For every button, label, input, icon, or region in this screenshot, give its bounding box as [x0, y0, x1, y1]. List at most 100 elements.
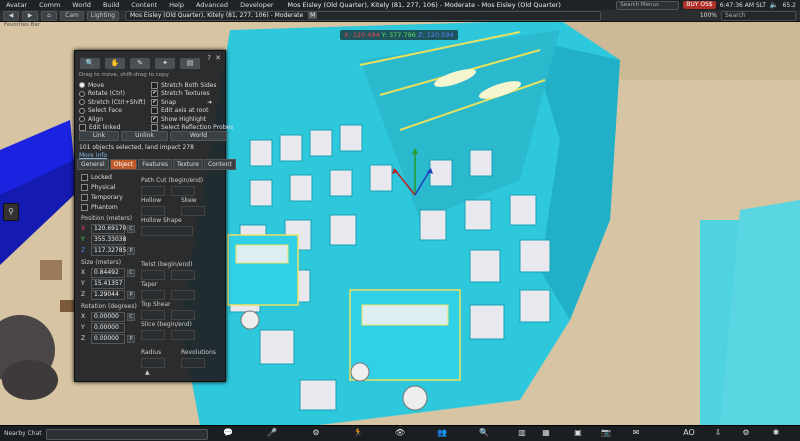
gestures-icon[interactable]: ⚙ — [310, 428, 322, 438]
pos-y-field[interactable]: 355.33038 — [91, 235, 126, 245]
top-shear-y-field[interactable] — [171, 310, 195, 320]
stretch-textures-checkbox[interactable]: Stretch Textures — [151, 90, 233, 99]
menu-advanced[interactable]: Advanced — [190, 0, 234, 10]
rot-z-field[interactable]: 0.00000 — [91, 334, 125, 344]
size-x-field[interactable]: 0.84492 — [91, 268, 125, 278]
temporary-checkbox[interactable]: Temporary — [81, 193, 123, 202]
forward-icon[interactable]: ▶ — [22, 10, 38, 21]
skew-field[interactable] — [181, 206, 205, 216]
ao-button[interactable]: AO — [680, 428, 698, 438]
taper-y-field[interactable] — [171, 290, 195, 300]
paste-size-icon[interactable]: P — [127, 291, 135, 299]
radius-field[interactable] — [141, 358, 165, 368]
snap-checkbox[interactable]: Snap➜ — [151, 98, 233, 107]
appearance-icon[interactable]: ✱ — [770, 428, 782, 438]
back-icon[interactable]: ◀ — [3, 10, 19, 21]
menu-avatar[interactable]: Avatar — [0, 0, 33, 10]
people-icon[interactable]: 👥 — [436, 428, 448, 438]
move-icon[interactable]: 🏃 — [352, 428, 364, 438]
stretch-both-sides-checkbox[interactable]: Stretch Both Sides — [151, 81, 233, 90]
copy-position-icon[interactable]: C — [127, 225, 135, 233]
pos-x-field[interactable]: 120.69170 — [91, 224, 126, 234]
path-cut-end-field[interactable] — [171, 186, 195, 196]
more-info-link[interactable]: More info — [79, 152, 107, 159]
collapse-chevron-icon[interactable]: ▲ — [145, 369, 150, 376]
physical-checkbox[interactable]: Physical — [81, 183, 115, 192]
inventory-icon[interactable]: ⇩ — [712, 428, 724, 438]
taper-x-field[interactable] — [141, 290, 165, 300]
land-tool-icon[interactable]: ▤ — [179, 57, 201, 70]
location-pin-icon[interactable]: ⚲ — [3, 203, 19, 221]
size-y-axis: Y — [81, 280, 85, 287]
help-icon[interactable]: ? — [207, 54, 211, 62]
twist-begin-field[interactable] — [141, 270, 165, 280]
pos-z-field[interactable]: 117.32785 — [91, 246, 126, 256]
menu-content[interactable]: Content — [125, 0, 163, 10]
skew-label: Skew — [181, 197, 197, 204]
menu-developer[interactable]: Developer — [234, 0, 279, 10]
close-icon[interactable]: ✕ — [215, 54, 221, 62]
home-icon[interactable]: ⌂ — [41, 10, 57, 21]
focus-tool-icon[interactable]: 🔍 — [79, 57, 101, 70]
location-input[interactable]: Mos Eisley (Old Quarter), Kitely (81, 27… — [125, 10, 601, 21]
checkbox-icon — [81, 203, 88, 211]
nearby-chat-label[interactable]: Nearby Chat — [4, 430, 42, 437]
buy-currency-button[interactable]: BUY OS$ — [683, 1, 716, 9]
paste-rotation-icon[interactable]: P — [127, 335, 135, 343]
cam-button[interactable]: Cam — [60, 10, 84, 21]
locked-checkbox[interactable]: Locked — [81, 173, 112, 182]
mode-move[interactable]: Move — [79, 81, 146, 90]
hollow-shape-dropdown[interactable] — [141, 226, 193, 236]
rot-y-field[interactable]: 0.00000 — [91, 323, 125, 333]
search-input[interactable]: Search — [721, 10, 796, 21]
mode-rotate[interactable]: Rotate (Ctrl) — [79, 90, 146, 99]
top-shear-x-field[interactable] — [141, 310, 165, 320]
twist-end-field[interactable] — [171, 270, 195, 280]
phantom-checkbox[interactable]: Phantom — [81, 203, 118, 212]
hollow-field[interactable] — [141, 206, 165, 216]
slice-begin-field[interactable] — [141, 330, 165, 340]
edit-tool-icon[interactable]: ✎ — [129, 57, 151, 70]
slice-end-field[interactable] — [171, 330, 195, 340]
destinations-icon[interactable]: ✉ — [630, 428, 642, 438]
snapshot-icon[interactable]: 📷 — [600, 428, 612, 438]
size-z-field[interactable]: 1.29044 — [91, 290, 125, 300]
voice-icon[interactable]: 🎤 — [266, 428, 278, 438]
revolutions-field[interactable] — [181, 358, 205, 368]
mode-select-face[interactable]: Select Face — [79, 107, 146, 116]
create-tool-icon[interactable]: ✦ — [154, 57, 176, 70]
chat-icon[interactable]: 💬 — [222, 428, 234, 438]
copy-rotation-icon[interactable]: C — [127, 313, 135, 321]
menu-world[interactable]: World — [66, 0, 97, 10]
paste-position-icon[interactable]: P — [127, 247, 135, 255]
menu-comm[interactable]: Comm — [33, 0, 66, 10]
minimap-icon[interactable]: ▦ — [540, 428, 552, 438]
build-icon[interactable]: ▣ — [572, 428, 584, 438]
link-button[interactable]: Link — [79, 131, 119, 141]
menu-help[interactable]: Help — [163, 0, 190, 10]
unlink-button[interactable]: Unlink — [121, 131, 168, 141]
lighting-button[interactable]: Lighting — [87, 10, 119, 21]
preferences-icon[interactable]: ⚙ — [740, 428, 752, 438]
chat-input[interactable] — [46, 429, 208, 440]
drag-hint: Drag to move, shift-drag to copy — [79, 72, 169, 78]
arrow-icon[interactable]: ➜ — [207, 99, 212, 106]
mode-align[interactable]: Align — [79, 115, 146, 124]
view-icon[interactable]: 👁 — [394, 428, 406, 438]
path-cut-begin-field[interactable] — [141, 186, 165, 196]
search-icon[interactable]: 🔍 — [478, 428, 490, 438]
map-icon[interactable]: ▥ — [516, 428, 528, 438]
show-highlight-checkbox[interactable]: Show Highlight — [151, 115, 233, 124]
size-y-field[interactable]: 15.41357 — [91, 279, 125, 289]
edit-axis-root-checkbox[interactable]: Edit axis at root — [151, 107, 233, 116]
rot-x-field[interactable]: 0.00000 — [91, 312, 125, 322]
mode-stretch[interactable]: Stretch (Ctrl+Shift) — [79, 98, 146, 107]
size-label: Size (meters) — [81, 259, 122, 266]
search-menus-input[interactable]: Search Menus — [616, 0, 680, 10]
world-dropdown[interactable]: World — [170, 131, 227, 141]
copy-size-icon[interactable]: C — [127, 269, 135, 277]
path-cut-label: Path Cut (begin/end) — [141, 177, 204, 184]
move-tool-icon[interactable]: ✋ — [104, 57, 126, 70]
menu-build[interactable]: Build — [97, 0, 125, 10]
volume-icon[interactable]: 🔈 — [770, 1, 779, 9]
